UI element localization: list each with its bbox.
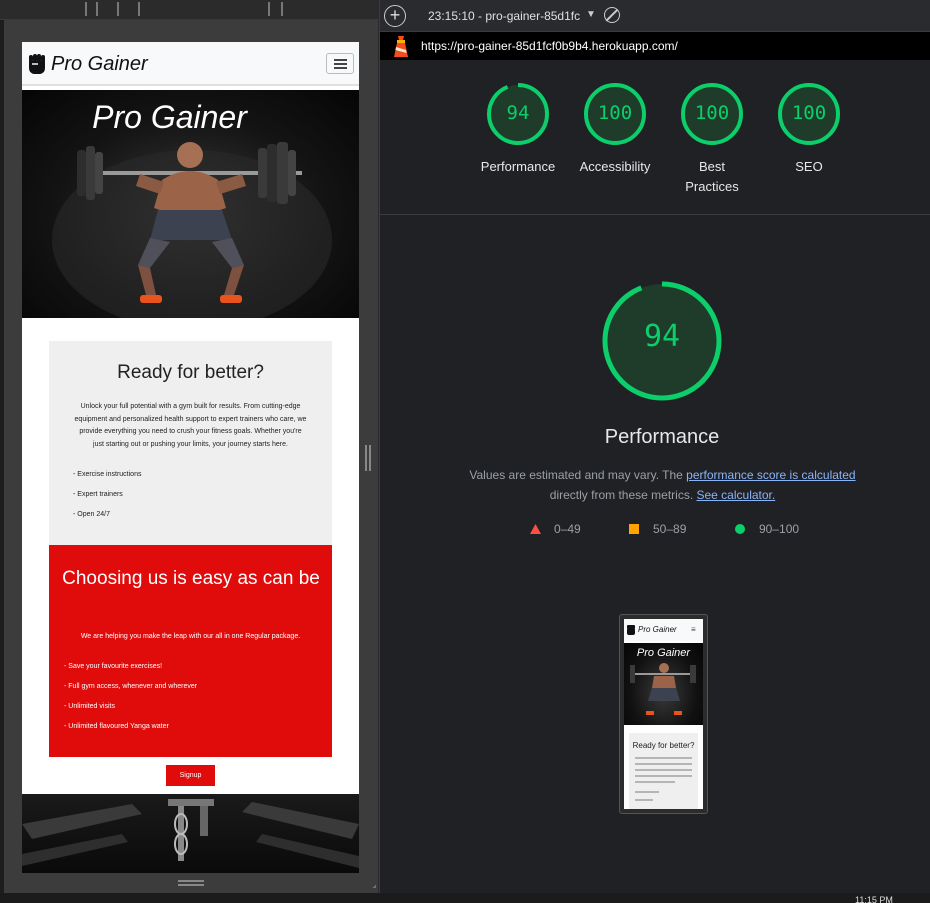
report-url[interactable]: https://pro-gainer-85d1fcf0b9b4.herokuap… <box>421 39 678 53</box>
description-text: directly from these metrics. <box>549 488 694 502</box>
viewport-height-handle[interactable] <box>178 880 204 886</box>
thumbnail-navbar: Pro Gainer ≡ <box>624 619 703 641</box>
gym-equipment-image <box>22 794 359 873</box>
thumbnail-text-line <box>635 763 692 765</box>
thumbnail-text-line <box>635 769 692 771</box>
legend-fail-range: 0–49 <box>554 522 581 536</box>
report-selector[interactable]: 23:15:10 - pro-gainer-85d1fc <box>428 9 580 23</box>
divider-tick <box>281 2 283 16</box>
performance-main-label: Performance <box>604 426 720 448</box>
lighthouse-toolbar: + 23:15:10 - pro-gainer-85d1fc ▼ <box>380 0 930 32</box>
seo-label: SEO <box>795 159 823 174</box>
divider-tick <box>138 2 140 16</box>
description-text: Values are estimated and may vary. The <box>469 468 687 482</box>
performance-score: 94 <box>506 102 530 124</box>
average-square-icon <box>629 524 639 534</box>
offer-intro-text: We are helping you make the leap with ou… <box>80 633 301 640</box>
screen: Pro Gainer Pro Gainer Ready for better? … <box>0 0 930 903</box>
thumbnail-text-line <box>635 791 659 793</box>
devtools-top-strip <box>0 0 378 20</box>
feature-item: - Expert trainers <box>73 491 123 498</box>
hamburger-icon <box>334 67 347 69</box>
offer-item: - Save your favourite exercises! <box>64 663 163 670</box>
dropdown-caret-icon[interactable]: ▼ <box>586 9 596 20</box>
hamburger-icon <box>334 59 347 61</box>
thumbnail-panel: Ready for better? <box>629 733 698 809</box>
thumbnail-page: Pro Gainer ≡ Pro Gainer Ready for better… <box>624 619 703 809</box>
intro-panel: Ready for better? Unlock your full poten… <box>49 341 332 545</box>
thumbnail-panel-title: Ready for better? <box>632 741 695 750</box>
see-calculator-link[interactable]: See calculator. <box>697 488 776 502</box>
new-report-button[interactable]: + <box>384 5 406 27</box>
best-practices-score: 100 <box>694 102 730 124</box>
fist-icon <box>627 625 635 635</box>
mobile-viewport: Pro Gainer Pro Gainer Ready for better? … <box>22 42 359 873</box>
window-edge <box>0 20 4 893</box>
divider-tick <box>85 2 87 16</box>
site-navbar: Pro Gainer <box>22 42 359 86</box>
offer-item: - Unlimited visits <box>64 703 115 710</box>
panel-intro-text: Unlock your full potential with a gym bu… <box>74 403 307 448</box>
thumbnail-text-line <box>635 775 692 777</box>
hero-image: Pro Gainer <box>22 90 359 318</box>
thumbnail-brand: Pro Gainer <box>638 625 677 634</box>
divider-tick <box>117 2 119 16</box>
seo-score: 100 <box>791 102 827 124</box>
lighthouse-logo-icon <box>394 36 408 57</box>
divider-tick <box>268 2 270 16</box>
offer-panel: Choosing us is easy as can be We are hel… <box>49 545 332 757</box>
legend-average-range: 50–89 <box>653 522 687 536</box>
gym-machine-illustration <box>22 799 359 868</box>
section-divider <box>380 214 930 215</box>
legend-pass-range: 90–100 <box>759 522 800 536</box>
score-calculated-link[interactable]: performance score is calculated <box>686 468 855 482</box>
final-screenshot-thumbnail[interactable]: Pro Gainer ≡ Pro Gainer Ready for better… <box>619 614 708 814</box>
thumbnail-hero-title: Pro Gainer <box>636 647 691 659</box>
feature-item: - Open 24/7 <box>73 511 110 518</box>
feature-item: - Exercise instructions <box>73 471 142 478</box>
performance-main-score: 94 <box>643 319 681 354</box>
resize-grip[interactable] <box>364 876 376 888</box>
brand-name[interactable]: Pro Gainer <box>51 53 148 76</box>
fist-icon <box>29 54 45 74</box>
performance-label: Performance <box>480 159 556 174</box>
score-description: Values are estimated and may vary. The p… <box>440 465 885 505</box>
thumbnail-text-line <box>635 757 692 759</box>
thumbnail-hero: Pro Gainer <box>624 643 703 725</box>
pass-circle-icon <box>735 524 745 534</box>
panel-heading: Ready for better? <box>117 362 264 383</box>
viewport-resize-handle[interactable] <box>365 445 371 471</box>
thumbnail-text-line <box>635 781 675 783</box>
offer-item: - Full gym access, whenever and wherever <box>64 683 198 690</box>
hero-title: Pro Gainer <box>92 99 247 135</box>
offer-item: - Unlimited flavoured Yanga water <box>64 723 169 730</box>
accessibility-score: 100 <box>597 102 633 124</box>
signup-button[interactable]: Signup <box>166 765 215 786</box>
offer-heading: Choosing us is easy as can be <box>62 568 320 589</box>
taskbar <box>0 893 930 903</box>
menu-toggle-button[interactable] <box>326 53 354 74</box>
hamburger-icon: ≡ <box>691 625 696 634</box>
thumbnail-text-line <box>635 799 653 801</box>
hamburger-icon <box>334 63 347 65</box>
taskbar-clock: 11:15 PM <box>855 895 893 903</box>
clear-reports-icon[interactable] <box>604 7 620 23</box>
accessibility-label: Accessibility <box>579 159 651 174</box>
best-practices-label: Best Practices <box>685 159 739 194</box>
divider-tick <box>96 2 98 16</box>
report-url-bar: https://pro-gainer-85d1fcf0b9b4.herokuap… <box>380 32 930 60</box>
fail-triangle-icon <box>530 524 541 534</box>
lighthouse-panel: + 23:15:10 - pro-gainer-85d1fc ▼ https:/… <box>379 0 930 893</box>
